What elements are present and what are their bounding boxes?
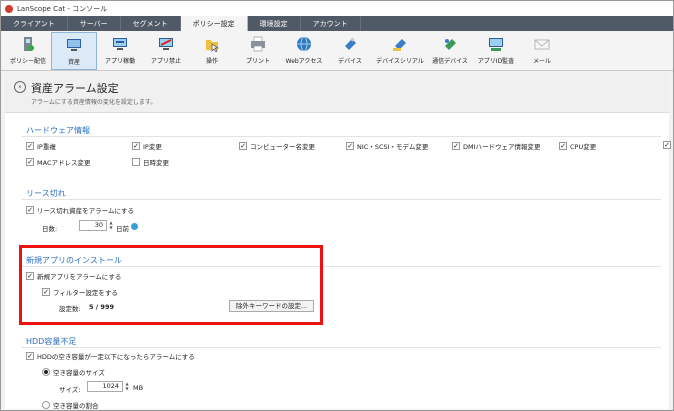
toolbar-network-device-button[interactable]: 通信デバイス [427, 32, 473, 70]
checkbox-box[interactable]: ✓ [663, 141, 671, 149]
checkbox-box[interactable]: ✓ [346, 142, 354, 150]
checkbox-nic-scsi-modem-change[interactable]: ✓ NIC・SCSI・モデム変更 [346, 141, 428, 151]
lease-days-suffix: 日前 [116, 225, 129, 233]
hdd-size-unit: MB [133, 384, 144, 392]
checkbox-ip-change[interactable]: ✓ IP変更 [132, 141, 162, 151]
hardware-section-title: ハードウェア情報 [26, 126, 90, 135]
checkbox-datetime-change[interactable]: 日時変更 [132, 157, 169, 167]
toolbar-mail-button[interactable]: メール [519, 32, 565, 70]
checkbox-hdd-low-space-alarm[interactable]: ✓ HDDの空き容量が一定以下になったらアラームにする [26, 351, 195, 361]
asset-icon [66, 37, 82, 53]
page-title: 資産アラーム設定 [31, 82, 119, 95]
checkbox-box[interactable]: ✓ [239, 142, 247, 150]
mail-icon [534, 36, 550, 52]
toolbar-app-block-button[interactable]: アプリ禁止 [143, 32, 189, 70]
hdd-section-title: HDD容量不足 [26, 337, 77, 346]
toolbar-app-running-button[interactable]: アプリ稼働 [97, 32, 143, 70]
tab-policy-settings[interactable]: ポリシー設定 [180, 16, 248, 31]
page-header: ‹ 資産アラーム設定 アラームにする資産情報の変化を設定します。 [5, 73, 669, 113]
checkbox-lease-expiry-alarm[interactable]: ✓ リース切れ資産をアラームにする [26, 205, 134, 215]
tab-segment[interactable]: セグメント [121, 16, 181, 31]
hdd-divider [21, 347, 661, 348]
window-title: LanScope Cat - コンソール [17, 4, 108, 13]
lease-divider [21, 199, 661, 200]
web-access-icon [296, 36, 312, 52]
toolbar-print-button[interactable]: プリント [235, 32, 281, 70]
tab-account[interactable]: アカウント [301, 16, 361, 31]
app-window: LanScope Cat - コンソール クライアント サーバー セグメント ポ… [0, 0, 674, 411]
checkbox-computer-name-change[interactable]: ✓ コンピューター名変更 [239, 141, 315, 151]
radio-dot[interactable] [42, 368, 50, 376]
checkbox-box[interactable]: ✓ [452, 142, 460, 150]
hardware-divider [21, 136, 661, 137]
toolbar-device-button[interactable]: デバイス [327, 32, 373, 70]
hdd-size-input[interactable]: 1024 [87, 381, 123, 392]
lease-days-input[interactable]: 30 [79, 220, 107, 231]
checkbox-mac-address-change[interactable]: ✓ MACアドレス変更 [26, 157, 90, 167]
app-running-icon [112, 36, 128, 52]
lease-section-title: リース切れ [26, 189, 66, 198]
toolbar-app-id-audit-button[interactable]: アプリID監査 [473, 32, 519, 70]
lease-days-label: 日数: [42, 225, 58, 233]
policy-deploy-icon [20, 36, 36, 52]
back-arrow-icon[interactable]: ‹ [14, 81, 26, 93]
lease-days-spinner[interactable]: ▲ ▼ [108, 220, 114, 231]
app-logo-icon [5, 4, 13, 13]
hdd-size-spinner[interactable]: ▲ ▼ [124, 381, 130, 392]
checkbox-hardware-overflow[interactable]: ✓ [663, 141, 674, 149]
main-tabs: クライアント サーバー セグメント ポリシー設定 環境設定 アカウント [1, 16, 673, 31]
checkbox-ip-duplicate[interactable]: ✓ IP重複 [26, 141, 56, 151]
hdd-size-label: サイズ: [59, 386, 81, 394]
checkbox-dmi-hardware-change[interactable]: ✓ DMIハードウェア情報変更 [452, 141, 541, 151]
tab-server[interactable]: サーバー [68, 16, 121, 31]
operation-icon [204, 36, 220, 52]
device-serial-icon [392, 36, 408, 52]
checkbox-box[interactable]: ✓ [26, 206, 34, 214]
network-device-icon [442, 36, 458, 52]
checkbox-box[interactable]: ✓ [132, 142, 140, 150]
checkbox-box[interactable]: ✓ [26, 352, 34, 360]
radio-dot[interactable] [42, 401, 50, 409]
settings-content: ‹ 資産アラーム設定 アラームにする資産情報の変化を設定します。 ハードウェア情… [5, 73, 671, 410]
toolbar-web-access-button[interactable]: Webアクセス [281, 32, 327, 70]
radio-free-space-size[interactable]: 空き容量のサイズ [42, 367, 105, 377]
checkbox-cpu-change[interactable]: ✓ CPU変更 [559, 141, 596, 151]
policy-toolbar: ポリシー配信 資産 アプリ稼働 アプリ禁止 操作 プリント Webアクセス デバ… [1, 31, 673, 71]
app-block-icon [158, 36, 174, 52]
title-bar: LanScope Cat - コンソール [1, 1, 673, 16]
toolbar-policy-deploy-button[interactable]: ポリシー配信 [5, 32, 51, 70]
checkbox-box[interactable]: ✓ [26, 158, 34, 166]
tab-environment-settings[interactable]: 環境設定 [248, 16, 301, 31]
device-icon [342, 36, 358, 52]
tab-client[interactable]: クライアント [1, 16, 68, 31]
checkbox-box[interactable]: ✓ [559, 142, 567, 150]
print-icon [250, 36, 266, 52]
highlight-box [19, 245, 323, 325]
help-icon[interactable] [131, 223, 138, 230]
radio-free-space-ratio[interactable]: 空き容量の割合 [42, 400, 99, 410]
page-subtitle: アラームにする資産情報の変化を設定します。 [31, 99, 157, 106]
checkbox-box[interactable] [132, 158, 140, 166]
toolbar-asset-button[interactable]: 資産 [51, 32, 97, 70]
toolbar-device-serial-button[interactable]: デバイスシリアル [373, 32, 427, 70]
app-id-audit-icon [488, 36, 504, 52]
toolbar-operation-button[interactable]: 操作 [189, 32, 235, 70]
checkbox-box[interactable]: ✓ [26, 142, 34, 150]
